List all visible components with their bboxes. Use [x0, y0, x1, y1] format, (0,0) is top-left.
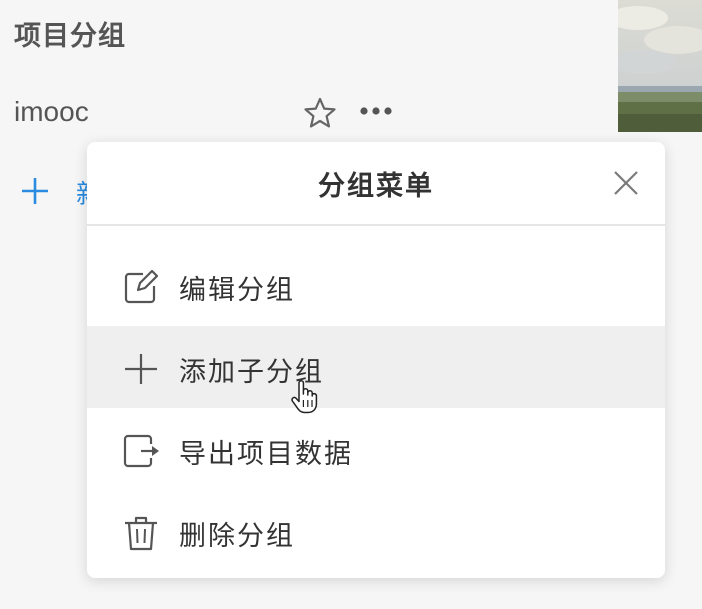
trash-icon	[121, 514, 161, 552]
group-menu: 分组菜单 编辑分组 添加子分组 导出项目数据 删除分组	[87, 142, 665, 578]
menu-item-edit-group[interactable]: 编辑分组	[87, 244, 665, 326]
group-row[interactable]: imooc	[0, 84, 618, 140]
add-group-button[interactable]: 新	[18, 170, 88, 212]
section-title: 项目分组	[14, 21, 126, 52]
menu-item-label: 导出项目数据	[179, 439, 353, 470]
menu-item-delete-group[interactable]: 删除分组	[87, 490, 665, 572]
close-icon[interactable]	[609, 166, 643, 200]
menu-item-export-data[interactable]: 导出项目数据	[87, 408, 665, 490]
menu-header: 分组菜单	[87, 142, 665, 226]
landscape-thumbnail	[608, 0, 702, 132]
star-icon[interactable]	[302, 96, 338, 130]
edit-icon	[121, 268, 161, 306]
more-dots-icon[interactable]	[356, 98, 396, 126]
menu-item-label: 编辑分组	[179, 275, 295, 306]
menu-title: 分组菜单	[318, 171, 434, 202]
plus-icon	[18, 174, 52, 208]
group-name[interactable]: imooc	[14, 96, 89, 128]
export-icon	[121, 432, 161, 470]
menu-item-add-subgroup[interactable]: 添加子分组	[87, 326, 665, 408]
menu-item-label: 删除分组	[179, 521, 295, 552]
hand-cursor-icon	[290, 380, 318, 414]
plus-icon	[121, 350, 161, 388]
